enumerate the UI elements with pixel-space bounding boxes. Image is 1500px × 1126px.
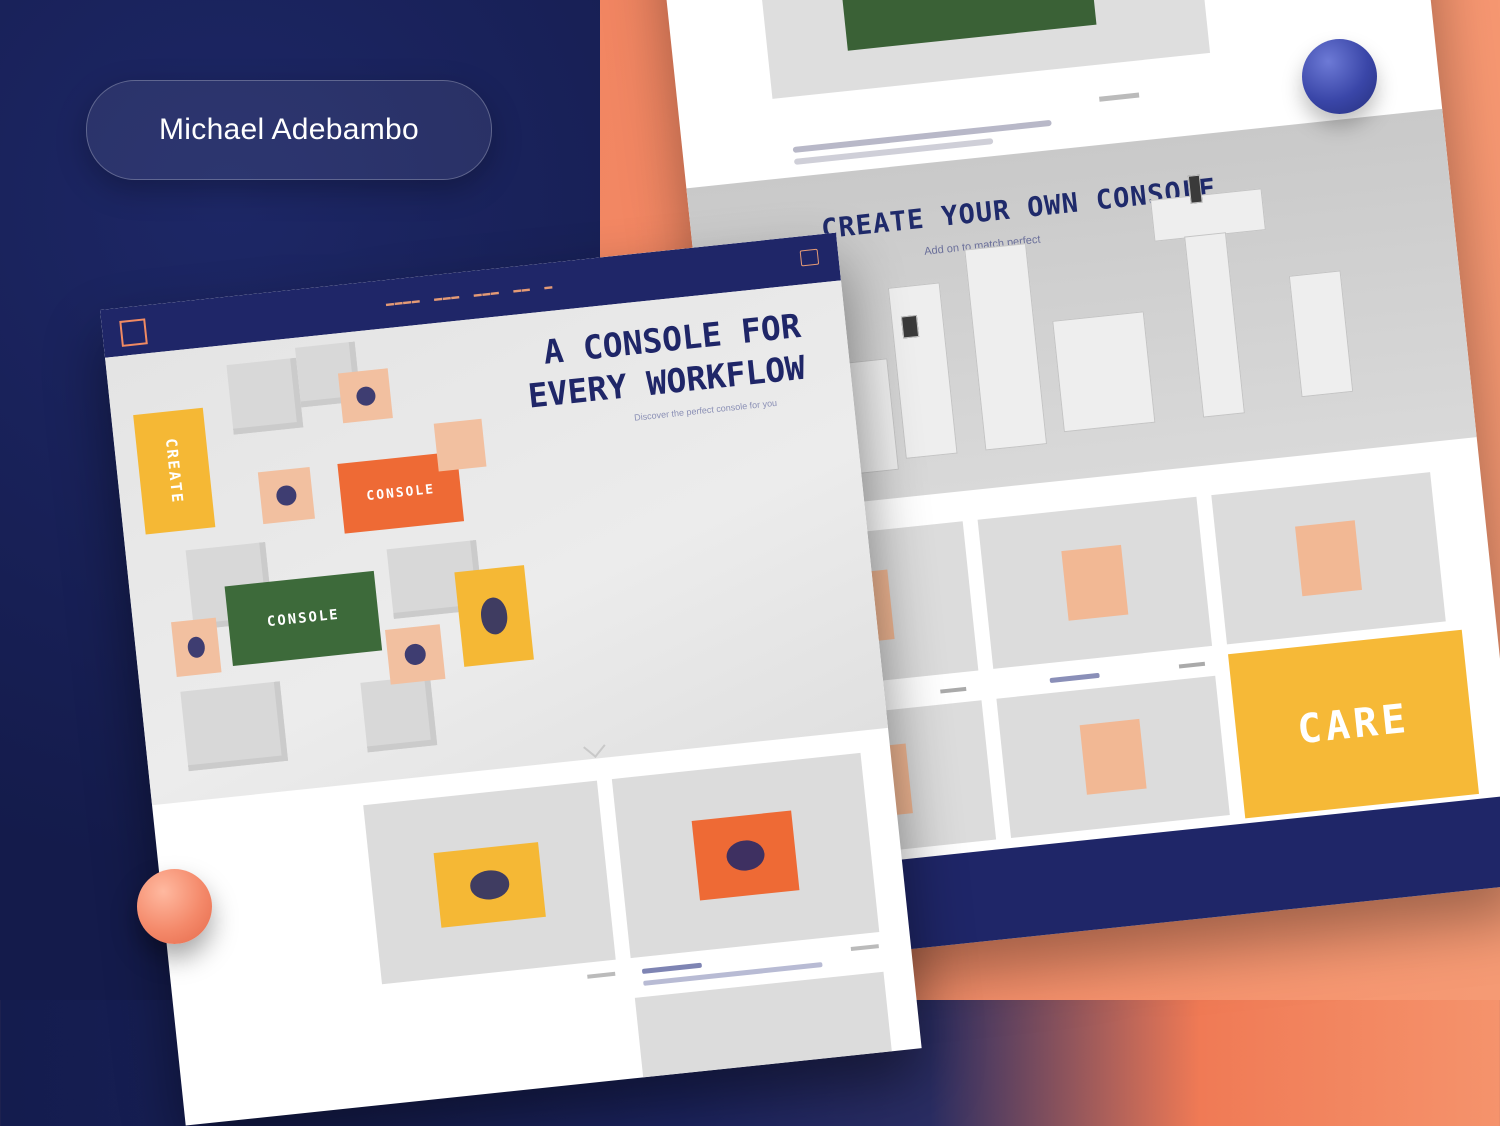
create-package-label: CREATE bbox=[161, 437, 187, 505]
nav-item[interactable]: ▬▬▬▬ bbox=[385, 296, 420, 309]
module-block bbox=[1052, 311, 1156, 433]
product-price bbox=[850, 944, 879, 951]
care-card[interactable]: CARE bbox=[1228, 629, 1479, 819]
chevron-down-icon[interactable] bbox=[583, 735, 606, 758]
nav-item[interactable]: ▬ bbox=[544, 282, 554, 292]
product-package bbox=[1079, 718, 1147, 795]
product-package bbox=[837, 0, 1097, 51]
product-price bbox=[1178, 661, 1206, 669]
decorative-sphere-orange bbox=[137, 869, 212, 944]
product-title bbox=[1049, 672, 1100, 684]
console-package-label: CONSOLE bbox=[266, 606, 341, 631]
console-knob-icon bbox=[468, 868, 512, 902]
cart-icon[interactable] bbox=[799, 248, 820, 267]
console-knob-icon bbox=[275, 484, 298, 507]
module-button bbox=[900, 314, 920, 339]
console-knob-icon bbox=[403, 642, 427, 666]
product-package bbox=[1061, 544, 1129, 621]
console-knob-icon bbox=[354, 385, 376, 407]
front-page-mockup: ▬▬▬▬ ▬▬▬ ▬▬▬ ▬▬ ▬ CREATE CONSOLE CONSOLE… bbox=[100, 232, 922, 1126]
module-block bbox=[964, 243, 1048, 451]
module-block bbox=[887, 282, 958, 459]
product-price bbox=[587, 971, 616, 979]
product-card[interactable] bbox=[1211, 472, 1446, 645]
module-block bbox=[1184, 232, 1245, 418]
peach-package bbox=[385, 624, 446, 685]
console-knob-icon bbox=[725, 838, 767, 873]
product-package bbox=[691, 810, 800, 901]
hero-section: CREATE CONSOLE CONSOLE A CONSOLE FOR EVE… bbox=[105, 280, 889, 806]
main-nav: ▬▬▬▬ ▬▬▬ ▬▬▬ ▬▬ ▬ bbox=[385, 282, 553, 308]
nav-item[interactable]: ▬▬▬ bbox=[434, 291, 461, 303]
peach-package bbox=[433, 418, 487, 472]
care-label: CARE bbox=[1295, 695, 1412, 753]
grey-cube bbox=[180, 681, 289, 772]
create-package: CREATE bbox=[133, 407, 216, 535]
nav-item[interactable]: ▬▬▬ bbox=[473, 287, 500, 299]
product-card[interactable] bbox=[634, 971, 892, 1078]
peach-package bbox=[257, 466, 315, 525]
peach-package bbox=[337, 368, 393, 424]
console-knob-icon bbox=[479, 596, 510, 636]
decorative-sphere-blue bbox=[1302, 39, 1377, 114]
brand-logo[interactable] bbox=[119, 318, 148, 347]
console-knob-icon bbox=[186, 635, 206, 659]
product-card[interactable] bbox=[977, 496, 1213, 669]
module-block bbox=[1288, 270, 1354, 398]
product-card[interactable] bbox=[753, 0, 1211, 99]
nav-item[interactable]: ▬▬ bbox=[513, 284, 531, 295]
peach-package bbox=[171, 617, 222, 677]
console-package-label: CONSOLE bbox=[365, 481, 436, 504]
hero-product-collage: CREATE CONSOLE CONSOLE bbox=[105, 320, 534, 805]
product-card[interactable] bbox=[996, 675, 1230, 838]
author-name: Michael Adebambo bbox=[159, 113, 419, 146]
product-title bbox=[641, 962, 703, 974]
product-card[interactable] bbox=[363, 780, 616, 985]
author-name-pill: Michael Adebambo bbox=[86, 80, 492, 180]
product-card[interactable] bbox=[611, 752, 880, 959]
grey-cube bbox=[226, 357, 304, 435]
console-package-green: CONSOLE bbox=[224, 570, 383, 667]
yellow-package bbox=[454, 565, 534, 667]
product-price bbox=[1099, 92, 1140, 102]
product-price bbox=[940, 686, 967, 694]
product-package bbox=[433, 842, 546, 928]
product-package bbox=[1295, 520, 1363, 597]
grey-cube bbox=[360, 675, 438, 753]
